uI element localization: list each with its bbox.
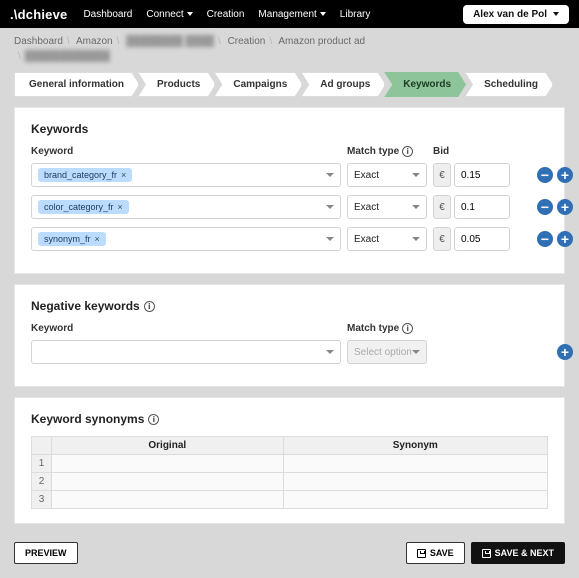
- nav-creation[interactable]: Creation: [207, 9, 245, 20]
- remove-row-button[interactable]: −: [537, 231, 553, 247]
- match-type-select[interactable]: Exact: [347, 195, 427, 219]
- nav-connect[interactable]: Connect: [146, 9, 192, 20]
- top-bar: .\dchieve Dashboard Connect Creation Man…: [0, 0, 579, 28]
- info-icon[interactable]: i: [402, 146, 413, 157]
- save-button[interactable]: SAVE: [406, 542, 465, 564]
- col-match: Match typei: [347, 146, 427, 157]
- nav-library[interactable]: Library: [340, 9, 371, 20]
- crumb-obscured: ████████ ████: [126, 36, 214, 47]
- original-cell[interactable]: [52, 491, 284, 509]
- bid-input[interactable]: [454, 227, 510, 251]
- synonyms-table: Original Synonym 1 2 3: [31, 436, 548, 509]
- col-match: Match typei: [347, 323, 427, 334]
- keyword-token: brand_category_fr×: [38, 168, 132, 182]
- remove-token-icon[interactable]: ×: [121, 170, 126, 180]
- keyword-row: brand_category_fr× Exact € − +: [31, 163, 548, 187]
- col-keyword: Keyword: [31, 146, 341, 157]
- chevron-down-icon: [412, 237, 420, 241]
- original-cell[interactable]: [52, 455, 284, 473]
- keyword-input[interactable]: brand_category_fr×: [31, 163, 341, 187]
- crumb-creation[interactable]: Creation: [228, 36, 266, 47]
- tab-scheduling[interactable]: Scheduling: [465, 72, 553, 97]
- chevron-down-icon: [326, 173, 334, 177]
- negative-keywords-panel: Negative keywords i Keyword Match typei …: [14, 284, 565, 387]
- remove-row-button[interactable]: −: [537, 199, 553, 215]
- tab-general-info[interactable]: General information: [14, 72, 139, 97]
- keyword-input[interactable]: color_category_fr×: [31, 195, 341, 219]
- synonym-cell[interactable]: [283, 473, 547, 491]
- keyword-row: Select option +: [31, 340, 548, 364]
- info-icon[interactable]: i: [402, 323, 413, 334]
- match-type-select[interactable]: Select option: [347, 340, 427, 364]
- add-row-button[interactable]: +: [557, 167, 573, 183]
- chevron-down-icon: [326, 237, 334, 241]
- chevron-down-icon: [553, 12, 559, 16]
- chevron-down-icon: [187, 12, 193, 16]
- col-bid: Bid: [433, 146, 513, 157]
- table-row: 1: [32, 455, 548, 473]
- chevron-down-icon: [412, 350, 420, 354]
- add-row-button[interactable]: +: [557, 344, 573, 360]
- tab-ad-groups[interactable]: Ad groups: [301, 72, 385, 97]
- chevron-down-icon: [412, 173, 420, 177]
- negative-title: Negative keywords i: [31, 299, 548, 313]
- user-menu[interactable]: Alex van de Pol: [463, 5, 569, 24]
- synonym-cell[interactable]: [283, 491, 547, 509]
- col-original: Original: [52, 437, 284, 455]
- chevron-down-icon: [412, 205, 420, 209]
- save-next-button[interactable]: SAVE & NEXT: [471, 542, 565, 564]
- keyword-row: color_category_fr× Exact € − +: [31, 195, 548, 219]
- col-keyword: Keyword: [31, 323, 341, 334]
- remove-row-button[interactable]: −: [537, 167, 553, 183]
- currency-label: €: [433, 195, 451, 219]
- info-icon[interactable]: i: [148, 414, 159, 425]
- table-row: 3: [32, 491, 548, 509]
- top-nav: Dashboard Connect Creation Management Li…: [83, 9, 370, 20]
- synonym-cell[interactable]: [283, 455, 547, 473]
- keywords-panel: Keywords Keyword Match typei Bid brand_c…: [14, 107, 565, 274]
- crumb-amazon[interactable]: Amazon: [76, 36, 113, 47]
- save-icon: [417, 549, 426, 558]
- footer-actions: PREVIEW SAVE SAVE & NEXT: [0, 534, 579, 578]
- save-icon: [482, 549, 491, 558]
- currency-label: €: [433, 227, 451, 251]
- synonyms-title: Keyword synonyms i: [31, 412, 548, 426]
- col-synonym: Synonym: [283, 437, 547, 455]
- info-icon[interactable]: i: [144, 301, 155, 312]
- bid-input[interactable]: [454, 163, 510, 187]
- add-row-button[interactable]: +: [557, 231, 573, 247]
- bid-input[interactable]: [454, 195, 510, 219]
- nav-management[interactable]: Management: [258, 9, 325, 20]
- crumb-product-ad[interactable]: Amazon product ad: [278, 36, 365, 47]
- nav-dashboard[interactable]: Dashboard: [83, 9, 132, 20]
- keyword-input[interactable]: synonym_fr×: [31, 227, 341, 251]
- tab-strip: General information Products Campaigns A…: [0, 66, 579, 97]
- chevron-down-icon: [326, 350, 334, 354]
- keyword-token: synonym_fr×: [38, 232, 106, 246]
- keyword-input[interactable]: [31, 340, 341, 364]
- crumb-dashboard[interactable]: Dashboard: [14, 36, 63, 47]
- add-row-button[interactable]: +: [557, 199, 573, 215]
- breadcrumb: Dashboard\ Amazon\ ████████ ████\ Creati…: [0, 28, 579, 66]
- original-cell[interactable]: [52, 473, 284, 491]
- keywords-title: Keywords: [31, 122, 548, 136]
- tab-campaigns[interactable]: Campaigns: [214, 72, 302, 97]
- match-type-select[interactable]: Exact: [347, 163, 427, 187]
- remove-token-icon[interactable]: ×: [118, 202, 123, 212]
- keyword-token: color_category_fr×: [38, 200, 129, 214]
- tab-products[interactable]: Products: [138, 72, 215, 97]
- preview-button[interactable]: PREVIEW: [14, 542, 78, 564]
- keyword-row: synonym_fr× Exact € − +: [31, 227, 548, 251]
- match-type-select[interactable]: Exact: [347, 227, 427, 251]
- table-row: 2: [32, 473, 548, 491]
- currency-label: €: [433, 163, 451, 187]
- chevron-down-icon: [320, 12, 326, 16]
- logo: .\dchieve: [10, 7, 67, 22]
- tab-keywords[interactable]: Keywords: [384, 72, 466, 97]
- synonyms-panel: Keyword synonyms i Original Synonym 1 2 …: [14, 397, 565, 524]
- chevron-down-icon: [326, 205, 334, 209]
- remove-token-icon[interactable]: ×: [95, 234, 100, 244]
- user-name: Alex van de Pol: [473, 9, 547, 20]
- crumb-obscured-2: ████████████: [25, 51, 110, 62]
